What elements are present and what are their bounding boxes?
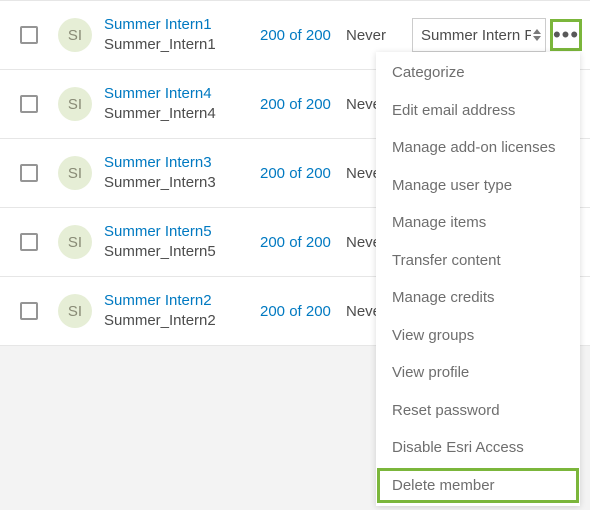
member-name-cell: Summer Intern2 Summer_Intern2 [104,291,254,332]
member-display-name[interactable]: Summer Intern5 [104,222,254,242]
member-name-cell: Summer Intern5 Summer_Intern5 [104,222,254,263]
avatar: SI [58,87,92,121]
member-display-name[interactable]: Summer Intern1 [104,15,254,35]
member-username: Summer_Intern2 [104,311,254,331]
member-name-cell: Summer Intern4 Summer_Intern4 [104,84,254,125]
avatar: SI [58,156,92,190]
role-select[interactable]: Summer Intern Pu [412,18,546,52]
member-display-name[interactable]: Summer Intern3 [104,153,254,173]
credits-link[interactable]: 200 of 200 [260,96,340,113]
menu-item[interactable]: Categorize [376,54,580,92]
select-arrows-icon [531,29,545,41]
credits-link[interactable]: 200 of 200 [260,27,340,44]
avatar: SI [58,18,92,52]
row-checkbox[interactable] [20,26,38,44]
member-username: Summer_Intern1 [104,35,254,55]
menu-item[interactable]: View profile [376,354,580,392]
member-actions-dropdown: CategorizeEdit email addressManage add-o… [376,52,580,506]
avatar: SI [58,294,92,328]
menu-item[interactable]: Reset password [376,392,580,430]
row-checkbox[interactable] [20,95,38,113]
menu-item[interactable]: Disable Esri Access [376,429,580,467]
role-select-value: Summer Intern Pu [413,27,531,44]
member-username: Summer_Intern4 [104,104,254,124]
menu-item[interactable]: Delete member [376,467,580,505]
member-display-name[interactable]: Summer Intern4 [104,84,254,104]
credits-link[interactable]: 200 of 200 [260,303,340,320]
avatar: SI [58,225,92,259]
member-username: Summer_Intern3 [104,173,254,193]
member-name-cell: Summer Intern1 Summer_Intern1 [104,15,254,56]
more-options-button[interactable]: ••• [552,21,580,49]
menu-item[interactable]: Manage credits [376,279,580,317]
member-name-cell: Summer Intern3 Summer_Intern3 [104,153,254,194]
credits-link[interactable]: 200 of 200 [260,165,340,182]
member-username: Summer_Intern5 [104,242,254,262]
row-checkbox[interactable] [20,302,38,320]
menu-item[interactable]: View groups [376,317,580,355]
menu-item[interactable]: Manage add-on licenses [376,129,580,167]
row-checkbox[interactable] [20,164,38,182]
ellipsis-icon: ••• [553,22,579,48]
last-login: Never [346,27,406,44]
row-checkbox[interactable] [20,233,38,251]
menu-item[interactable]: Edit email address [376,92,580,130]
member-display-name[interactable]: Summer Intern2 [104,291,254,311]
menu-item[interactable]: Manage items [376,204,580,242]
menu-item[interactable]: Manage user type [376,167,580,205]
menu-item[interactable]: Transfer content [376,242,580,280]
credits-link[interactable]: 200 of 200 [260,234,340,251]
